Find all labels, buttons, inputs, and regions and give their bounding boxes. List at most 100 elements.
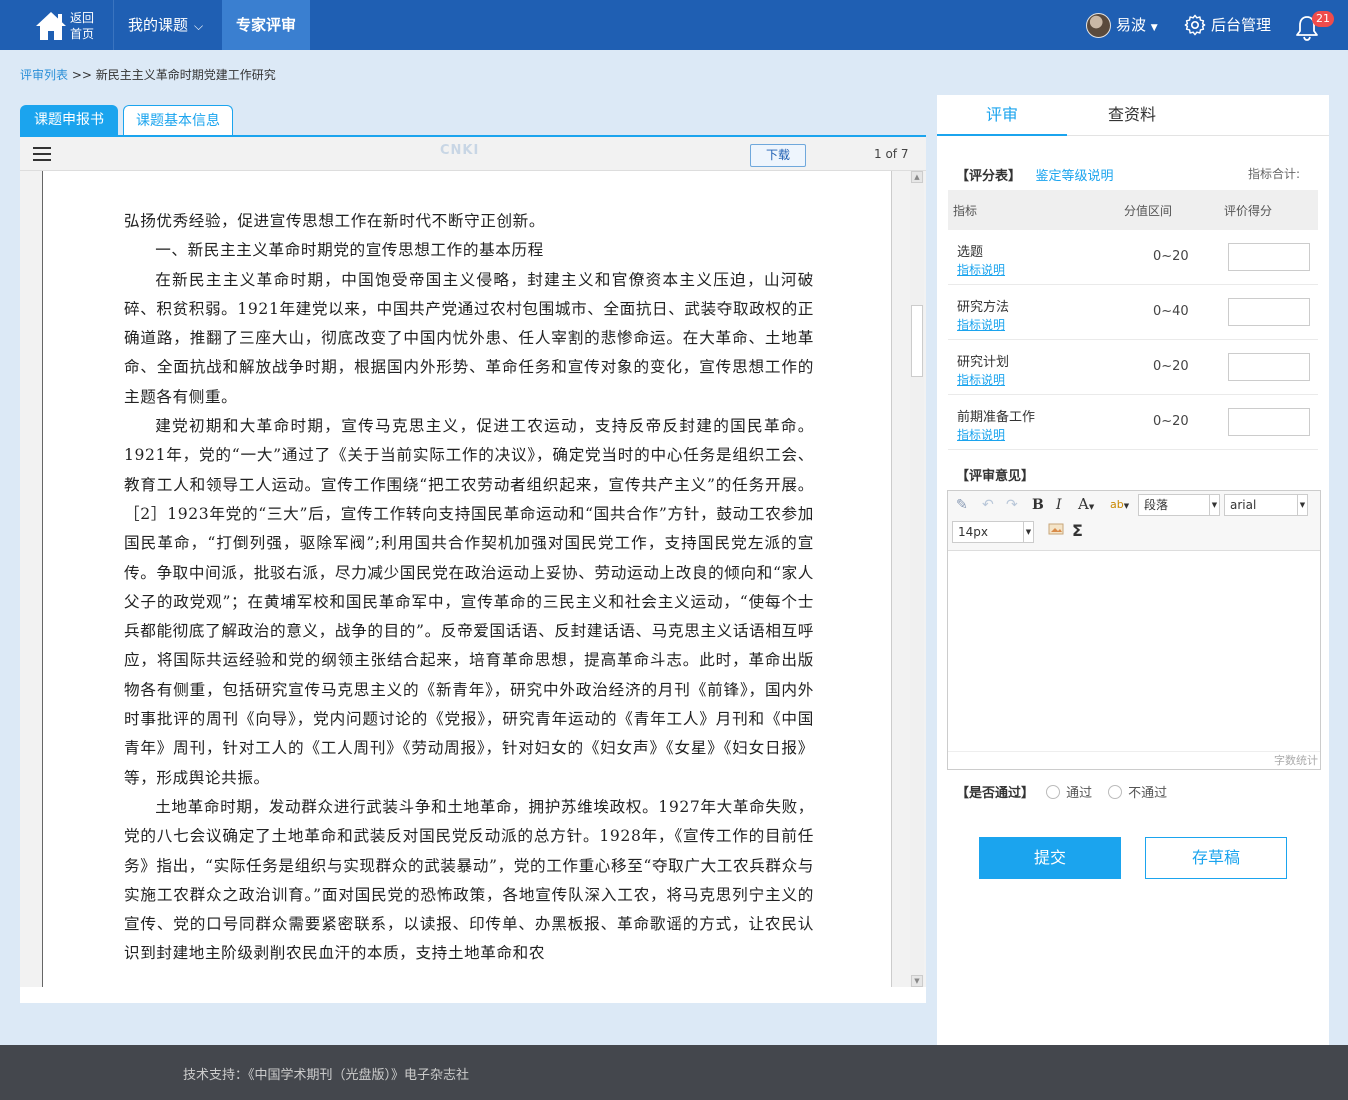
save-draft-button[interactable]: 存草稿 [1145, 837, 1287, 879]
radio-pass[interactable] [1046, 785, 1061, 799]
image-icon[interactable] [1048, 522, 1064, 542]
indicator-explain-link[interactable]: 指标说明 [957, 316, 1005, 333]
home-icon [36, 12, 66, 40]
font-size-select-value: 14px [958, 525, 988, 539]
indicator-explain-link[interactable]: 指标说明 [957, 261, 1005, 278]
submit-button[interactable]: 提交 [979, 837, 1121, 879]
document-text: 弘扬优秀经验，促进宣传思想工作在新时代不断守正创新。 一、新民主主义革命时期党的… [124, 207, 814, 969]
opinion-title: 【评审意见】 [956, 469, 1035, 484]
header-indicator: 指标 [953, 204, 978, 218]
score-range: 0~20 [1153, 414, 1189, 429]
tab-application-form[interactable]: 课题申报书 [20, 105, 118, 136]
breadcrumb-review-list-link[interactable]: 评审列表 [20, 68, 68, 82]
breadcrumb-separator: >> [68, 68, 96, 82]
total-score-label: 指标合计: [1248, 167, 1301, 181]
indicator-explain-link[interactable]: 指标说明 [957, 371, 1005, 388]
scrollbar-thumb[interactable] [911, 305, 923, 377]
score-title: 【评分表】 [956, 169, 1022, 184]
indicator-explain-link[interactable]: 指标说明 [957, 426, 1005, 443]
eraser-icon[interactable]: ✎ [956, 495, 968, 515]
font-size-select[interactable]: 14px ▼ [952, 521, 1034, 543]
table-row: 选题 指标说明 0~20 [948, 230, 1318, 285]
bold-icon[interactable]: B [1032, 495, 1044, 515]
notification-badge: 21 [1312, 11, 1334, 27]
score-input[interactable] [1228, 298, 1310, 326]
viewer-toolbar: CNKI 下载 1 of 7 [20, 137, 926, 171]
nav-my-projects[interactable]: 我的课题 ⌵ [114, 0, 222, 50]
opinion-editor: ✎ ↶ ↷ B I A▼ ab▼ 段落 ▼ arial ▼ 14px ▼ Σ 字… [947, 490, 1321, 770]
editor-textarea[interactable] [948, 552, 1320, 752]
indicator-name: 选题 [957, 245, 984, 260]
document-page: 弘扬优秀经验，促进宣传思想工作在新时代不断守正创新。 一、新民主主义革命时期党的… [42, 171, 892, 987]
user-name: 易波 [1116, 16, 1147, 34]
doc-paragraph: 弘扬优秀经验，促进宣传思想工作在新时代不断守正创新。 [124, 212, 546, 230]
caret-down-icon: ▼ [1150, 23, 1158, 33]
document-viewer: CNKI 下载 1 of 7 弘扬优秀经验，促进宣传思想工作在新时代不断守正创新… [20, 137, 926, 1003]
review-tabs: 评审 查资料 [937, 95, 1329, 136]
tab-review[interactable]: 评审 [937, 95, 1067, 136]
indicator-name: 研究计划 [957, 355, 1010, 370]
top-navbar: 返回 首页 我的课题 ⌵ 专家评审 易波 ▼ 后台管理 21 [0, 0, 1348, 50]
footer: 技术支持：《中国学术期刊（光盘版）》电子杂志社 [0, 1045, 1348, 1100]
score-input[interactable] [1228, 408, 1310, 436]
scroll-down-icon[interactable]: ▼ [911, 975, 923, 987]
font-family-select[interactable]: arial ▼ [1224, 494, 1308, 516]
tab-materials[interactable]: 查资料 [1067, 95, 1197, 136]
undo-icon[interactable]: ↶ [982, 495, 994, 515]
table-row: 研究方法 指标说明 0~40 [948, 285, 1318, 340]
italic-icon[interactable]: I [1056, 495, 1062, 515]
paragraph-select-value: 段落 [1144, 498, 1169, 512]
formula-icon[interactable]: Σ [1072, 521, 1083, 541]
font-color-icon[interactable]: A▼ [1078, 494, 1094, 517]
paragraph-select[interactable]: 段落 ▼ [1138, 494, 1220, 516]
doc-paragraph: 在新民主主义革命时期，中国饱受帝国主义侵略，封建主义和官僚资本主义压迫，山河破碎… [124, 270, 814, 406]
dropdown-arrow-icon: ▼ [1297, 495, 1307, 515]
header-range: 分值区间 [1124, 204, 1173, 218]
level-description-link[interactable]: 鉴定等级说明 [1036, 169, 1114, 184]
pass-selector: 【是否通过】 通过 不通过 [956, 782, 1183, 801]
score-range: 0~20 [1153, 359, 1189, 374]
admin-label: 后台管理 [1211, 16, 1272, 34]
score-input[interactable] [1228, 353, 1310, 381]
header-score: 评价得分 [1224, 204, 1273, 218]
highlight-icon[interactable]: ab▼ [1110, 495, 1129, 516]
score-table-header: 指标 分值区间 评价得分 [948, 190, 1318, 230]
breadcrumb: 评审列表 >> 新民主主义革命时期党建工作研究 [20, 66, 276, 83]
home-label-line1: 返回 [70, 11, 95, 25]
doc-paragraph: 土地革命时期，发动群众进行武装斗争和土地革命，拥护苏维埃政权。1927年大革命失… [124, 797, 814, 963]
download-button[interactable]: 下载 [750, 144, 806, 167]
doc-paragraph: 建党初期和大革命时期，宣传马克思主义，促进工农运动，支持反帝反封建的国民革命。1… [124, 417, 814, 787]
font-family-select-value: arial [1230, 498, 1257, 512]
score-range: 0~40 [1153, 304, 1189, 319]
document-scrollbar[interactable]: ▲ ▼ [910, 171, 924, 987]
footer-text: 技术支持：《中国学术期刊（光盘版）》电子杂志社 [183, 1068, 470, 1083]
editor-toolbar: ✎ ↶ ↷ B I A▼ ab▼ 段落 ▼ arial ▼ 14px ▼ Σ [948, 491, 1320, 551]
page-indicator: 1 of 7 [874, 147, 909, 161]
notification-button[interactable]: 21 [1294, 11, 1334, 41]
doc-heading: 一、新民主主义革命时期党的宣传思想工作的基本历程 [155, 241, 544, 260]
radio-fail-label[interactable]: 不通过 [1128, 786, 1167, 801]
dropdown-arrow-icon: ▼ [1023, 522, 1033, 542]
gear-icon [1184, 14, 1206, 36]
table-row: 研究计划 指标说明 0~20 [948, 340, 1318, 395]
score-input[interactable] [1228, 243, 1310, 271]
redo-icon[interactable]: ↷ [1006, 495, 1018, 515]
radio-pass-label[interactable]: 通过 [1066, 786, 1092, 801]
score-table: 指标 分值区间 评价得分 选题 指标说明 0~20 研究方法 指标说明 0~40… [948, 190, 1318, 450]
pass-title: 【是否通过】 [956, 786, 1035, 801]
review-panel: 评审 查资料 【评分表】 鉴定等级说明 指标合计: 指标 分值区间 评价得分 选… [937, 95, 1329, 1045]
nav-expert-review[interactable]: 专家评审 [222, 0, 310, 50]
score-section-title: 【评分表】 鉴定等级说明 [956, 165, 1114, 184]
chevron-down-icon: ⌵ [194, 19, 204, 33]
indicator-name: 研究方法 [957, 300, 1010, 315]
table-row: 前期准备工作 指标说明 0~20 [948, 395, 1318, 450]
avatar [1086, 13, 1111, 38]
home-button[interactable]: 返回 首页 [30, 8, 110, 44]
home-label-line2: 首页 [70, 27, 95, 41]
menu-icon[interactable] [33, 147, 51, 161]
scroll-up-icon[interactable]: ▲ [911, 171, 923, 183]
score-range: 0~20 [1153, 249, 1189, 264]
nav-expert-review-label: 专家评审 [236, 16, 297, 34]
radio-fail[interactable] [1108, 785, 1123, 799]
tab-basic-info[interactable]: 课题基本信息 [123, 105, 233, 136]
